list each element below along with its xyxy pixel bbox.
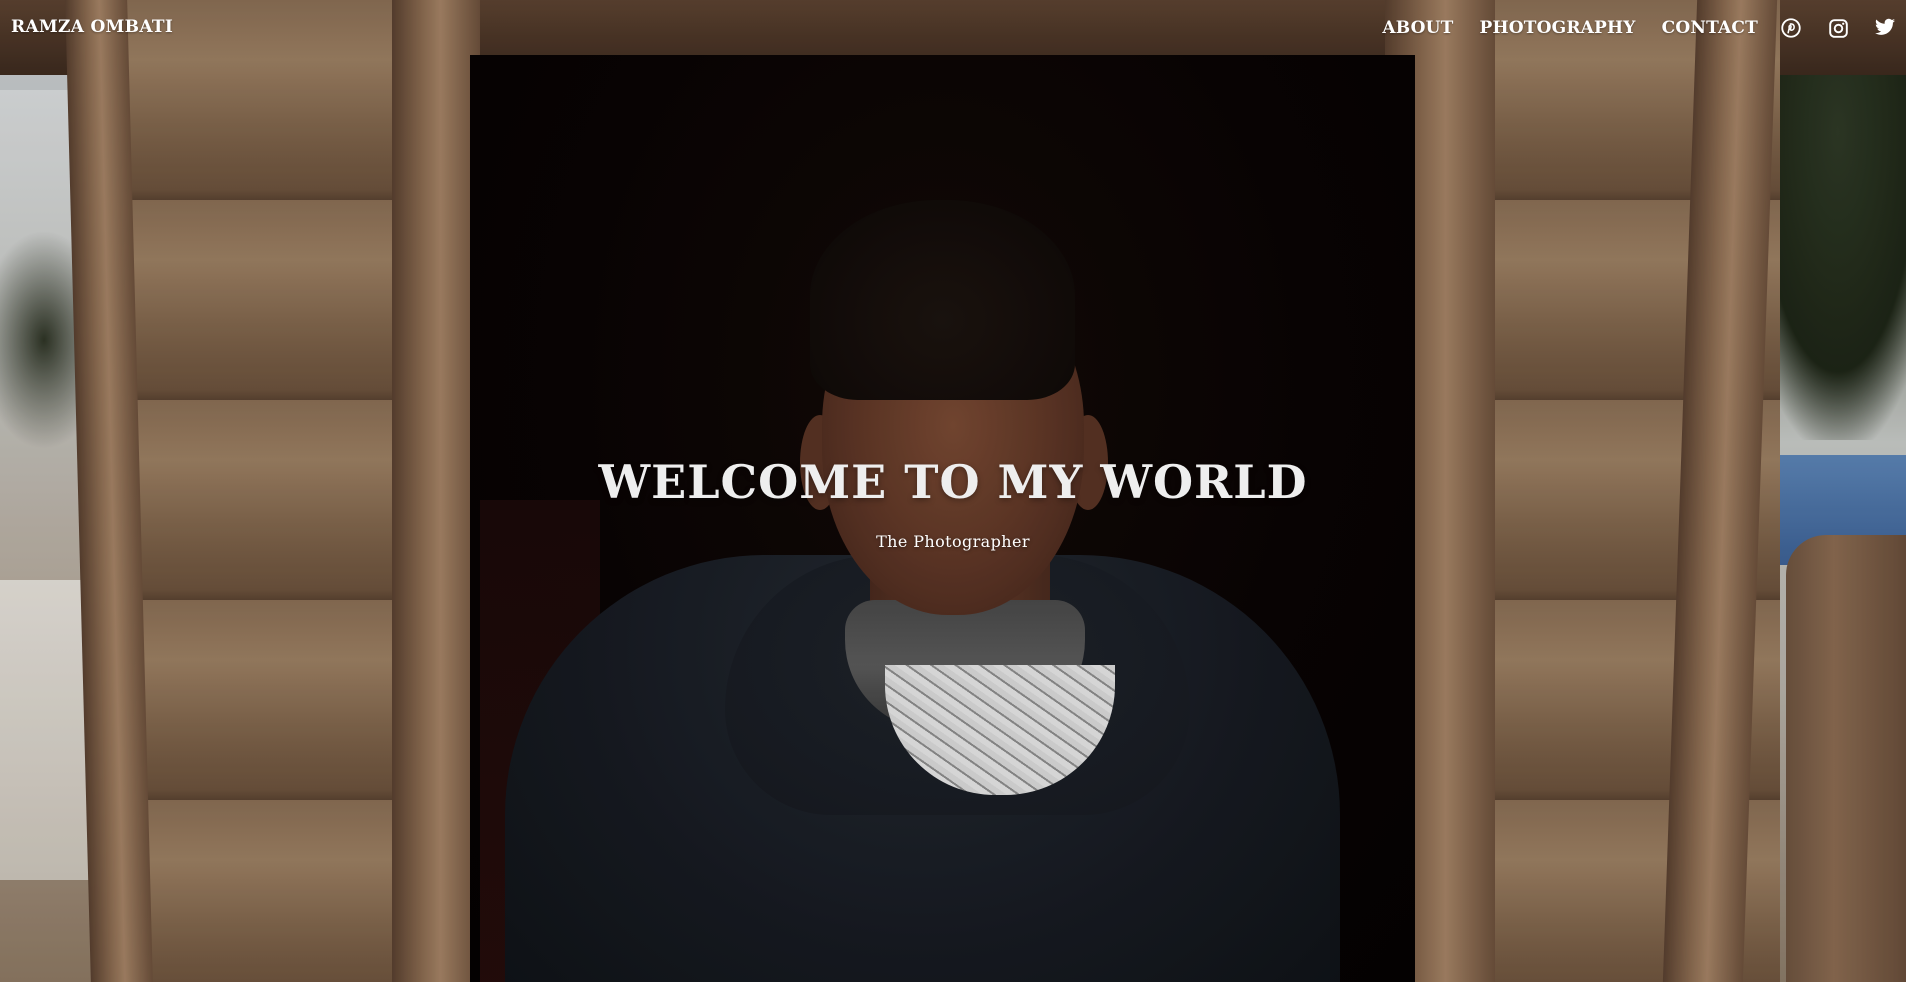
nav-link-about[interactable]: ABOUT (1382, 18, 1453, 38)
hero-title: WELCOME TO MY WORLD (598, 455, 1308, 509)
hero-text: WELCOME TO MY WORLD The Photographer (0, 455, 1906, 551)
pinterest-icon[interactable] (1780, 17, 1802, 39)
nav-link-contact[interactable]: CONTACT (1662, 18, 1758, 38)
brand-logo-link[interactable]: RAMZA OMBATI (11, 17, 173, 37)
twitter-icon[interactable] (1874, 17, 1896, 39)
instagram-icon[interactable] (1827, 17, 1849, 39)
hero-subtitle: The Photographer (876, 532, 1030, 552)
navbar: RAMZA OMBATI ABOUT PHOTOGRAPHY CONTACT (0, 0, 1906, 56)
nav-links: ABOUT PHOTOGRAPHY CONTACT (1382, 0, 1906, 56)
social-links (1780, 17, 1896, 39)
nav-link-photography[interactable]: PHOTOGRAPHY (1479, 18, 1635, 38)
